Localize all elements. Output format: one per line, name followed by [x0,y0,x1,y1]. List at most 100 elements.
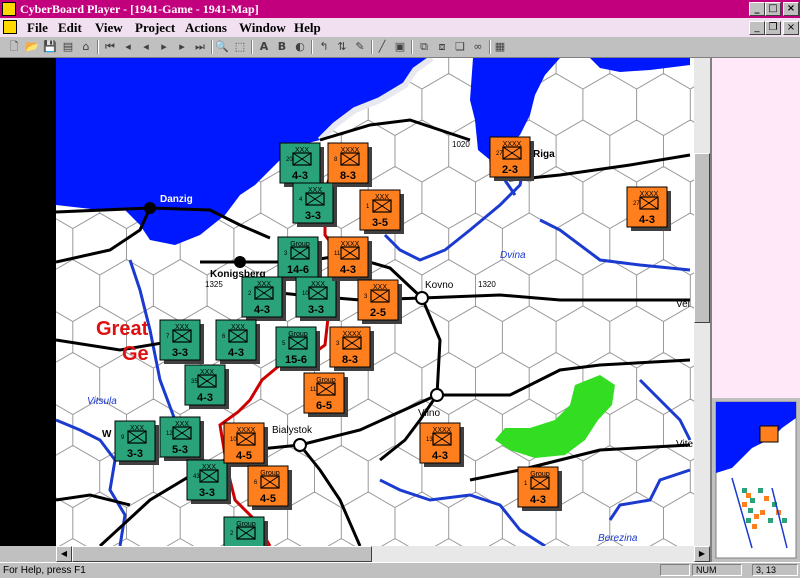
unit-strength-label: 8-3 [340,170,356,182]
map-canvas[interactable]: Danzig Konigsberg Kovno Vilno Bialystok … [56,58,694,546]
document-icon[interactable] [3,20,17,34]
soviet-unit-counter[interactable]: XXXX114-3 [327,236,372,281]
copy-icon[interactable]: ❏ [452,39,468,55]
soviet-unit-counter[interactable]: Group64-5 [247,465,292,510]
vertical-scroll-thumb[interactable] [694,153,710,323]
overview-canvas[interactable] [712,398,800,562]
unit-id-label: 11 [310,387,317,393]
soviet-unit-counter[interactable]: Group116-5 [303,372,348,417]
german-unit-counter[interactable]: Group314-6 [277,236,322,281]
mdi-minimize-button[interactable]: _ [749,21,765,35]
text-b-icon[interactable]: B [274,39,290,55]
soviet-unit-counter[interactable]: XXXX134-3 [419,422,464,467]
minimize-button[interactable]: _ [749,2,765,16]
soviet-unit-counter[interactable]: XXX32-5 [357,279,402,324]
soviet-unit-counter[interactable]: XXXX38-3 [329,326,374,371]
soviet-unit-counter[interactable]: XXXX274-3 [626,186,671,231]
overview-map[interactable] [710,398,800,562]
menu-help[interactable]: Help [294,20,321,36]
unit-id-label: 20 [286,157,293,163]
unit-strength-label: 3-3 [199,487,215,499]
line-icon[interactable]: ╱ [374,39,390,55]
text-a-icon[interactable]: A [256,39,272,55]
step-back-icon[interactable]: ◂ [138,39,154,55]
hex-number: 1020 [452,140,470,149]
menu-view[interactable]: View [95,20,123,36]
german-unit-counter[interactable]: XXX93-3 [114,420,159,465]
horizontal-scrollbar[interactable]: ◀ ▶ [56,546,710,562]
german-unit-counter[interactable]: XXX64-3 [215,319,260,364]
horizontal-scroll-thumb[interactable] [72,546,372,562]
record-icon[interactable]: ⌂ [78,39,94,55]
print-icon[interactable]: ▤ [60,39,76,55]
vertical-scrollbar[interactable] [694,58,710,546]
zoom-icon[interactable]: 🔍 [214,39,230,55]
last-move-icon[interactable]: ⏭ [192,39,208,55]
status-coordinates: 3, 13 [752,564,798,576]
german-unit-counter[interactable]: XXX354-3 [184,364,229,409]
unit-id-label: 27 [496,151,503,157]
toolbar-separator [489,40,491,54]
german-unit-counter[interactable]: XXX433-3 [186,459,231,504]
first-move-icon[interactable]: ⏮ [102,39,118,55]
menu-project[interactable]: Project [135,20,175,36]
unit-strength-label: 4-3 [530,494,546,506]
save-icon[interactable]: 💾 [42,39,58,55]
river-label-dvina: Dvina [500,250,526,261]
title-bar: CyberBoard Player - [1941-Game - 1941-Ma… [0,0,800,18]
city-label-riga: Riga [533,149,555,160]
stack-icon[interactable]: ⧉ [416,39,432,55]
measure-icon[interactable]: ▣ [392,39,408,55]
german-unit-counter[interactable]: XXX204-3 [279,142,324,187]
prev-move-icon[interactable]: ◂ [120,39,136,55]
soviet-unit-counter[interactable]: XXXX104-5 [223,422,268,467]
city-label-danzig: Danzig [160,194,193,205]
unit-strength-label: 3-3 [308,304,324,316]
scroll-left-icon[interactable]: ◀ [56,546,72,562]
mdi-restore-button[interactable]: ❐ [765,21,781,35]
select-icon[interactable]: ⬚ [232,39,248,55]
unit-strength-label: 3-5 [372,217,388,229]
rotate-icon[interactable]: ↰ [316,39,332,55]
color-icon[interactable]: ◐ [292,39,308,55]
german-unit-counter[interactable]: XXX43-3 [292,182,337,227]
app-icon[interactable] [2,2,16,16]
status-num: NUM [692,564,742,576]
german-unit-counter[interactable]: XXX103-3 [295,276,340,321]
menu-file[interactable]: File [27,20,48,36]
menu-edit[interactable]: Edit [58,20,82,36]
soviet-unit-counter[interactable]: XXXX272-3 [489,136,534,181]
river-label-vitsula: Vitsula [87,396,117,407]
plot-icon[interactable]: ✎ [352,39,368,55]
scroll-right-icon[interactable]: ▶ [694,546,710,562]
new-icon[interactable]: 🗋 [6,39,22,55]
soviet-unit-counter[interactable]: Group14-3 [517,466,562,511]
edge-label: W [102,429,112,440]
german-unit-counter[interactable]: XXX125-3 [159,416,204,461]
german-unit-counter[interactable]: XXX24-3 [241,276,286,321]
play-icon[interactable]: ▸ [156,39,172,55]
german-unit-counter[interactable]: Group2 [223,516,268,546]
link-icon[interactable]: ∞ [470,39,486,55]
tray-panel[interactable] [710,58,800,398]
hex-number: 1325 [205,280,223,289]
unit-id-label: 13 [426,437,433,443]
menu-window[interactable]: Window [239,20,286,36]
toolbar-separator [311,40,313,54]
german-unit-counter[interactable]: XXX73-3 [159,319,204,364]
close-button[interactable]: × [783,2,799,16]
city-label-vilno: Vilno [418,408,440,419]
maximize-button[interactable]: □ [765,2,781,16]
german-unit-counter[interactable]: Group515-6 [275,326,320,371]
menu-actions[interactable]: Actions [185,20,227,36]
flip-icon[interactable]: ⇅ [334,39,350,55]
open-icon[interactable]: 📂 [24,39,40,55]
unstack-icon[interactable]: ⧈ [434,39,450,55]
game-map[interactable]: Danzig Konigsberg Kovno Vilno Bialystok … [56,58,694,546]
step-forward-icon[interactable]: ▸ [174,39,190,55]
unit-strength-label: 14-6 [287,264,309,276]
mdi-close-button[interactable]: × [783,21,799,35]
grid-icon[interactable]: ▦ [492,39,508,55]
soviet-unit-counter[interactable]: XXXX88-3 [327,142,372,187]
soviet-unit-counter[interactable]: XXX13-5 [359,189,404,234]
